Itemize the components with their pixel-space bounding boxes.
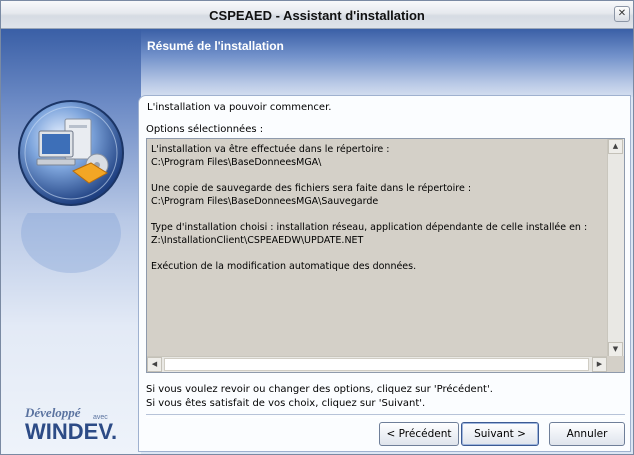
vertical-scrollbar[interactable]: ▲ ▼: [607, 139, 624, 357]
divider: [146, 414, 625, 418]
horizontal-scrollbar[interactable]: ◀ ▶: [147, 356, 607, 372]
windev-logo: Développé avec WINDEV.: [15, 405, 125, 449]
scroll-right-icon[interactable]: ▶: [592, 357, 607, 372]
summary-textarea[interactable]: L'installation va être effectuée dans le…: [146, 138, 625, 373]
horizontal-scroll-thumb[interactable]: [164, 358, 589, 371]
help-line-next: Si vous êtes satisfait de vos choix, cli…: [146, 398, 426, 409]
previous-button[interactable]: < Précédent: [379, 422, 459, 446]
emblem-reflection: [21, 213, 121, 273]
help-line-previous: Si vous voulez revoir ou changer des opt…: [146, 384, 493, 395]
installer-window: CSPEAED - Assistant d'installation ✕ Rés…: [0, 0, 634, 455]
next-button[interactable]: Suivant >: [461, 422, 539, 446]
options-label: Options sélectionnées :: [146, 124, 264, 135]
summary-text: L'installation va être effectuée dans le…: [151, 144, 588, 272]
content-panel: L'installation va pouvoir commencer. Opt…: [138, 95, 631, 452]
title-bar[interactable]: CSPEAED - Assistant d'installation ✕: [1, 1, 633, 29]
computer-install-icon: [18, 100, 124, 206]
intro-text: L'installation va pouvoir commencer.: [147, 102, 332, 113]
step-title: Résumé de l'installation: [147, 39, 284, 53]
close-icon: ✕: [617, 8, 627, 19]
logo-windev-text: WINDEV.: [25, 419, 118, 444]
close-button[interactable]: ✕: [614, 6, 630, 22]
scroll-up-icon[interactable]: ▲: [608, 139, 623, 154]
header-band: Résumé de l'installation: [141, 29, 633, 97]
scroll-down-icon[interactable]: ▼: [608, 342, 623, 357]
scrollbar-corner: [607, 356, 624, 372]
scroll-left-icon[interactable]: ◀: [147, 357, 162, 372]
cancel-button[interactable]: Annuler: [549, 422, 625, 446]
window-title: CSPEAED - Assistant d'installation: [209, 8, 425, 23]
